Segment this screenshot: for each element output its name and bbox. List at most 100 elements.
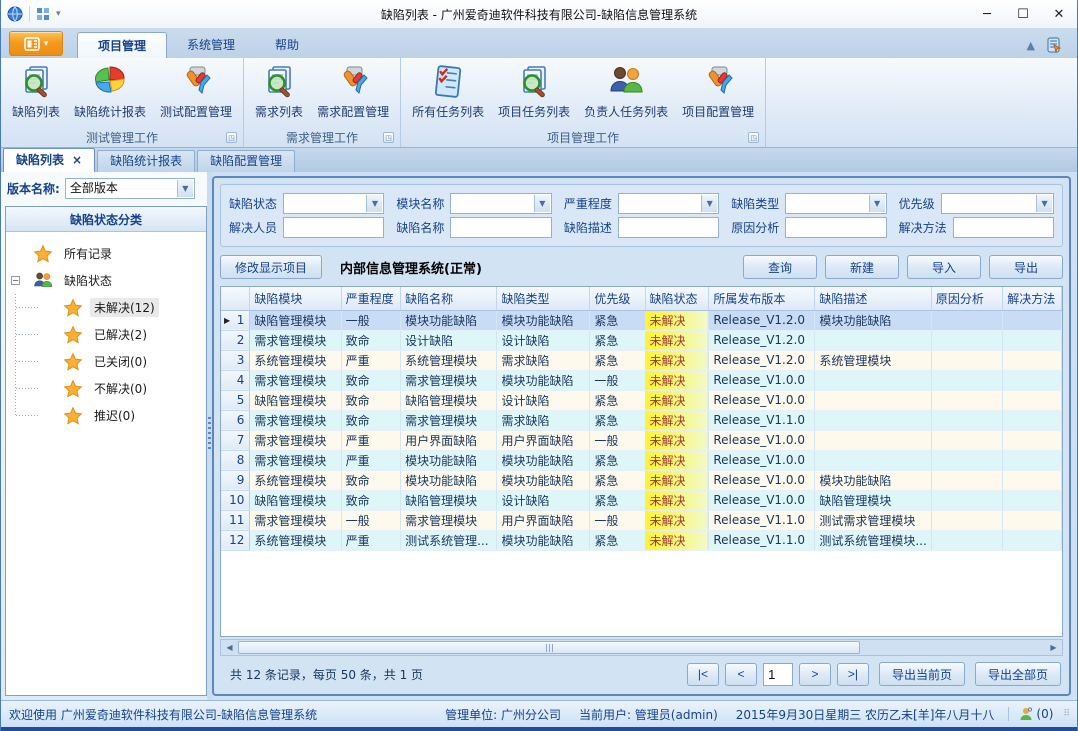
cell-type[interactable]: 模块功能缺陷 [497,310,590,330]
cell-analysis[interactable] [931,350,1002,370]
import-button[interactable]: 导入 [907,255,981,279]
export-all-pages-button[interactable]: 导出全部页 [975,662,1061,686]
ribbon-button[interactable]: 项目配置管理 [675,60,761,122]
cell-analysis[interactable] [931,510,1002,530]
cell-desc[interactable] [815,370,931,390]
cell-type[interactable]: 设计缺陷 [497,490,590,510]
cell-severity[interactable]: 严重 [341,430,401,450]
cell-release[interactable]: Release_V1.1.0 [709,530,815,550]
column-header[interactable]: 缺陷状态 [645,287,709,310]
column-header[interactable]: 缺陷类型 [497,287,590,310]
cell-module[interactable]: 缺陷管理模块 [250,390,341,410]
cell-solution[interactable] [1003,370,1062,390]
filter-input[interactable] [283,217,384,238]
cell-desc[interactable]: 模块功能缺陷 [815,470,931,490]
cell-severity[interactable]: 一般 [341,510,401,530]
table-row[interactable]: 11需求管理模块一般需求管理模块用户界面缺陷一般未解决Release_V1.1.… [221,510,1062,530]
ribbon-button[interactable]: 所有任务列表 [405,60,491,122]
cell-status[interactable]: 未解决 [645,390,709,410]
modify-columns-button[interactable]: 修改显示项目 [220,255,322,279]
cell-desc[interactable]: 测试需求管理模块 [815,510,931,530]
cell-priority[interactable]: 一般 [590,370,645,390]
dropdown-icon[interactable]: ▼ [701,195,717,212]
cell-severity[interactable]: 一般 [341,310,401,330]
ribbon-button[interactable]: 缺陷列表 [5,60,67,122]
cell-module[interactable]: 系统管理模块 [250,350,341,370]
ribbon-button[interactable]: 负责人任务列表 [577,60,675,122]
filter-combo[interactable]: ▼ [618,193,719,214]
close-button[interactable]: ✕ [1041,1,1077,27]
cell-solution[interactable] [1003,310,1062,330]
group-dialog-launcher-icon[interactable]: ◳ [748,132,759,143]
cell-priority[interactable]: 紧急 [590,410,645,430]
cell-release[interactable]: Release_V1.0.0 [709,390,815,410]
prev-page-button[interactable]: < [725,663,757,686]
tree-node[interactable]: 推迟(0) [6,402,206,429]
cell-solution[interactable] [1003,530,1062,550]
cell-solution[interactable] [1003,390,1062,410]
dropdown-icon[interactable]: ▼ [1036,195,1052,212]
cell-type[interactable]: 用户界面缺陷 [497,430,590,450]
maximize-button[interactable]: ☐ [1005,1,1041,27]
column-header[interactable]: 解决方法 [1003,287,1062,310]
ribbon-tab[interactable]: 帮助 [255,32,319,58]
table-row[interactable]: 6需求管理模块致命需求管理模块需求缺陷紧急未解决Release_V1.1.0 [221,410,1062,430]
cell-severity[interactable]: 致命 [341,470,401,490]
table-row[interactable]: 9系统管理模块致命模块功能缺陷模块功能缺陷紧急未解决Release_V1.0.0… [221,470,1062,490]
cell-status[interactable]: 未解决 [645,330,709,350]
cell-type[interactable]: 模块功能缺陷 [497,370,590,390]
cell-desc[interactable]: 测试系统管理模块... [815,530,931,550]
cell-name[interactable]: 模块功能缺陷 [401,310,497,330]
tree-node[interactable]: 所有记录 [6,240,206,267]
cell-priority[interactable]: 紧急 [590,530,645,550]
cell-status[interactable]: 未解决 [645,470,709,490]
cell-status[interactable]: 未解决 [645,450,709,470]
ribbon-button[interactable]: 缺陷统计报表 [67,60,153,122]
column-header[interactable]: 优先级 [590,287,645,310]
cell-type[interactable]: 模块功能缺陷 [497,470,590,490]
cell-release[interactable]: Release_V1.0.0 [709,470,815,490]
quick-access-caret-icon[interactable]: ▾ [56,9,61,19]
cell-solution[interactable] [1003,430,1062,450]
cell-type[interactable]: 模块功能缺陷 [497,530,590,550]
cell-module[interactable]: 系统管理模块 [250,530,341,550]
table-row[interactable]: 3系统管理模块严重系统管理模块需求缺陷紧急未解决Release_V1.2.0系统… [221,350,1062,370]
filter-input[interactable] [618,217,719,238]
scroll-left-icon[interactable]: ◀ [221,640,238,655]
filter-combo[interactable]: ▼ [785,193,886,214]
cell-release[interactable]: Release_V1.0.0 [709,370,815,390]
cell-solution[interactable] [1003,330,1062,350]
filter-input[interactable] [785,217,886,238]
cell-priority[interactable]: 紧急 [590,310,645,330]
table-row[interactable]: 12系统管理模块严重测试系统管理...模块功能缺陷紧急未解决Release_V1… [221,530,1062,550]
cell-severity[interactable]: 严重 [341,350,401,370]
cell-analysis[interactable] [931,410,1002,430]
page-number-input[interactable] [763,663,793,686]
table-row[interactable]: 10缺陷管理模块致命缺陷管理模块设计缺陷紧急未解决Release_V1.0.0缺… [221,490,1062,510]
row-number[interactable]: 10 [221,490,250,510]
row-number[interactable]: 11 [221,510,250,530]
cell-status[interactable]: 未解决 [645,350,709,370]
cell-desc[interactable]: 缺陷管理模块 [815,490,931,510]
scroll-right-icon[interactable]: ▶ [1045,640,1062,655]
table-row[interactable]: 8需求管理模块严重模块功能缺陷模块功能缺陷紧急未解决Release_V1.0.0 [221,450,1062,470]
cell-release[interactable]: Release_V1.0.0 [709,450,815,470]
group-dialog-launcher-icon[interactable]: ◳ [383,132,394,143]
filter-combo[interactable]: ▼ [450,193,551,214]
filter-combo[interactable]: ▼ [283,193,384,214]
cell-module[interactable]: 需求管理模块 [250,410,341,430]
row-number[interactable]: 8 [221,450,250,470]
cell-release[interactable]: Release_V1.2.0 [709,350,815,370]
cell-analysis[interactable] [931,370,1002,390]
export-button[interactable]: 导出 [989,255,1063,279]
cell-release[interactable]: Release_V1.0.0 [709,430,815,450]
cell-name[interactable]: 需求管理模块 [401,510,497,530]
row-number[interactable]: 7 [221,430,250,450]
cell-release[interactable]: Release_V1.1.0 [709,410,815,430]
cell-desc[interactable]: 模块功能缺陷 [815,310,931,330]
export-current-page-button[interactable]: 导出当前页 [879,662,965,686]
version-select-dropdown-icon[interactable]: ▼ [177,180,193,197]
cell-priority[interactable]: 紧急 [590,450,645,470]
cell-name[interactable]: 缺陷管理模块 [401,390,497,410]
cell-module[interactable]: 需求管理模块 [250,370,341,390]
